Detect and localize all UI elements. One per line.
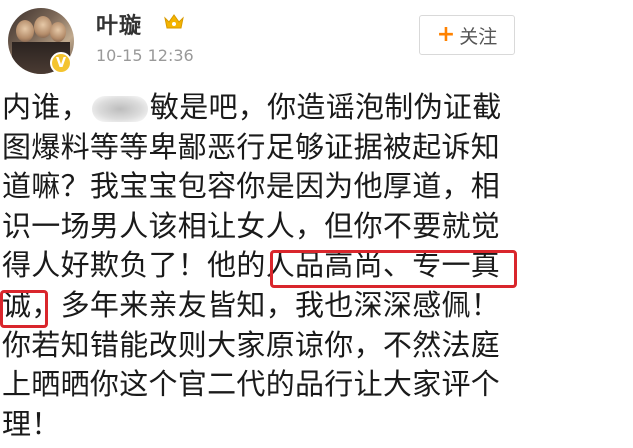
post-line: 诚，多年来亲友皆知，我也深深感佩！ (2, 287, 501, 322)
verified-badge-icon: V (50, 52, 72, 74)
post-timestamp[interactable]: 10-15 12:36 (96, 46, 194, 65)
post-line: 你若知错能改则大家原谅你，不然法庭 (2, 327, 501, 362)
follow-button-label: 关注 (459, 25, 498, 48)
blurred-name-mosaic (91, 96, 148, 122)
plus-icon: + (436, 22, 456, 47)
avatar-photo-face (16, 20, 34, 42)
post-text-segment: 内谁， (2, 90, 90, 124)
post-line: 道嘛？我宝宝包容你是因为他厚道，相 (2, 169, 501, 204)
highlight-box (0, 290, 48, 328)
post-line: 内谁， 敏是吧，你造谣泡制伪证截 (2, 88, 632, 128)
crown-icon (164, 14, 184, 29)
post-line: 理！ (2, 406, 61, 441)
post-line: 图爆料等等卑鄙恶行足够证据被起诉知 (2, 129, 501, 164)
highlight-box (270, 250, 517, 288)
post-line: 识一场男人该相让女人，但你不要就觉 (2, 208, 501, 243)
follow-button[interactable]: + 关注 (419, 15, 515, 55)
avatar-photo-face (50, 22, 66, 42)
post-text-segment: 敏是吧，你造谣泡制伪证截 (149, 90, 502, 124)
username[interactable]: 叶璇 (96, 8, 142, 40)
post-line: 上晒晒你这个官二代的品行让大家评个 (2, 367, 501, 402)
weibo-post-screenshot: V 叶璇 10-15 12:36 + 关注 内谁， 敏是吧，你造谣泡制伪证截 图爆… (0, 0, 633, 448)
